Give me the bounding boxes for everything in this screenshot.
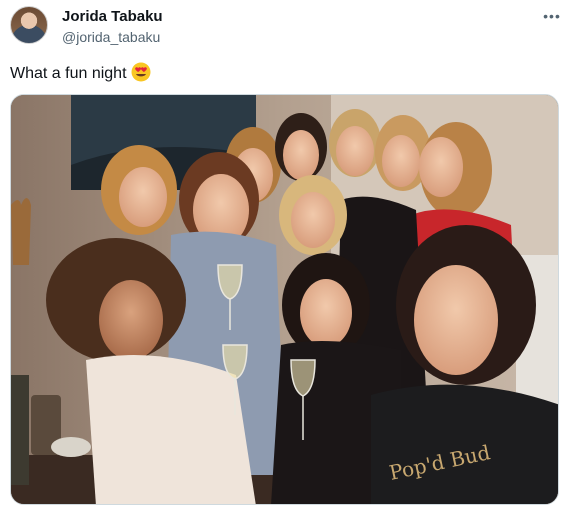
tweet-photo[interactable]: Pop'd Bud <box>10 94 559 505</box>
tweet-text-content: What a fun night <box>10 65 127 82</box>
group-selfie-image: Pop'd Bud <box>11 95 558 504</box>
heart-eyes-emoji-icon <box>131 62 151 82</box>
author-handle[interactable]: @jorida_tabaku <box>62 28 160 46</box>
author-display-name[interactable]: Jorida Tabaku <box>62 8 163 26</box>
tweet-text: What a fun night <box>10 62 151 84</box>
tweet: Jorida Tabaku @jorida_tabaku ••• What a … <box>0 0 576 519</box>
author-avatar[interactable] <box>10 6 48 44</box>
more-options-icon[interactable]: ••• <box>540 6 564 26</box>
